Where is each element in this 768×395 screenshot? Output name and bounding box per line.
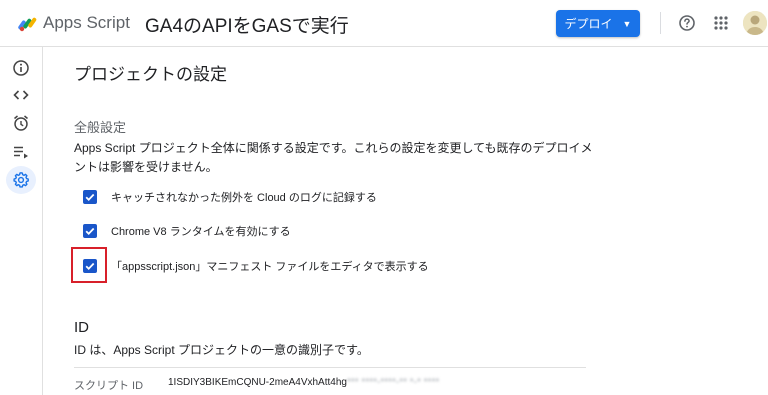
gear-icon bbox=[13, 172, 29, 188]
avatar-icon bbox=[743, 11, 767, 35]
script-id-text: 1ISDIY3BIKEmCQNU-2meA4VxhAtt4hg bbox=[168, 377, 347, 388]
id-section-heading: ID bbox=[74, 319, 89, 336]
cloud-logging-checkbox[interactable] bbox=[83, 190, 97, 204]
top-bar: Apps Script GA4のAPIをGASで実行 デプロイ ▼ bbox=[0, 0, 768, 47]
info-icon bbox=[13, 60, 29, 76]
code-icon bbox=[13, 90, 29, 100]
deploy-button[interactable]: デプロイ ▼ bbox=[556, 10, 640, 37]
help-icon[interactable] bbox=[678, 14, 696, 32]
cloud-logging-label: キャッチされなかった例外を Cloud のログに記録する bbox=[111, 192, 377, 204]
account-avatar[interactable] bbox=[743, 11, 767, 35]
project-title[interactable]: GA4のAPIをGASで実行 bbox=[145, 11, 349, 38]
script-id-label: スクリプト ID bbox=[74, 380, 144, 392]
id-section-description: ID は、Apps Script プロジェクトの一意の識別子です。 bbox=[74, 343, 369, 357]
option-v8-runtime: Chrome V8 ランタイムを有効にする bbox=[83, 220, 291, 242]
sidebar-item-settings[interactable] bbox=[6, 166, 36, 194]
general-settings-description: Apps Script プロジェクト全体に関係する設定です。これらの設定を変更し… bbox=[74, 141, 593, 174]
alarm-clock-icon bbox=[14, 115, 28, 131]
chevron-down-icon: ▼ bbox=[622, 18, 632, 29]
page-title: プロジェクトの設定 bbox=[74, 65, 227, 84]
annotation-highlight-box bbox=[71, 247, 107, 283]
sidebar-item-executions[interactable] bbox=[6, 138, 36, 166]
field-divider bbox=[74, 367, 586, 368]
show-manifest-label: 「appsscript.json」マニフェスト ファイルをエディタで表示する bbox=[111, 261, 429, 273]
sidebar-item-editor[interactable] bbox=[6, 81, 36, 109]
settings-page: プロジェクトの設定 全般設定 Apps Script プロジェクト全体に関係する… bbox=[43, 47, 768, 395]
option-show-manifest: 「appsscript.json」マニフェスト ファイルをエディタで表示する bbox=[83, 255, 429, 277]
general-settings-heading: 全般設定 bbox=[74, 120, 127, 135]
toolbar-divider bbox=[660, 12, 661, 34]
checkmark-icon bbox=[85, 193, 95, 201]
apps-script-logo-icon[interactable] bbox=[16, 11, 38, 33]
deploy-button-label: デプロイ bbox=[564, 17, 613, 31]
script-id-value[interactable]: 1ISDIY3BIKEmCQNU-2meA4VxhAtt4hg*** ****-… bbox=[168, 377, 439, 388]
apps-grid-icon[interactable] bbox=[712, 14, 730, 32]
sidebar-item-overview[interactable] bbox=[6, 54, 36, 82]
executions-list-icon bbox=[14, 146, 28, 159]
script-id-redacted: *** ****-****-** *-* **** bbox=[346, 377, 440, 388]
v8-runtime-checkbox[interactable] bbox=[83, 224, 97, 238]
v8-runtime-label: Chrome V8 ランタイムを有効にする bbox=[111, 226, 291, 238]
sidebar bbox=[0, 47, 43, 395]
option-cloud-logging: キャッチされなかった例外を Cloud のログに記録する bbox=[83, 186, 377, 208]
app-name[interactable]: Apps Script bbox=[43, 13, 130, 33]
sidebar-item-triggers[interactable] bbox=[6, 109, 36, 137]
checkmark-icon bbox=[85, 227, 95, 235]
